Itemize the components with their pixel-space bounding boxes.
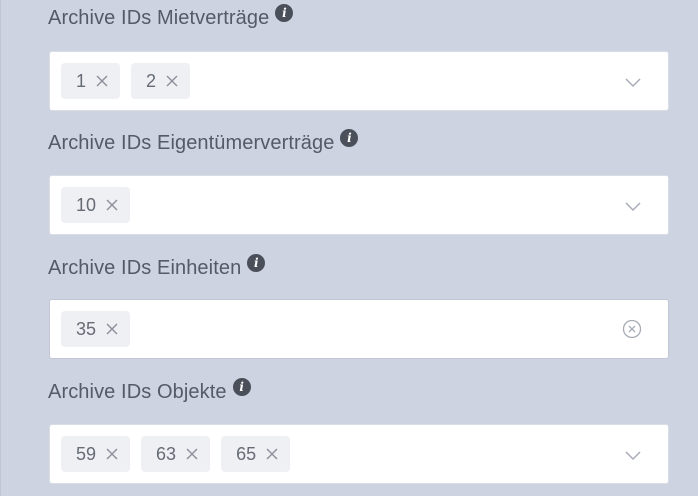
selected-tags: 1 2 xyxy=(61,63,201,99)
tag-label: 10 xyxy=(76,194,97,215)
field-label: Archive IDs Objekte xyxy=(48,380,227,403)
tag-label: 35 xyxy=(76,318,97,339)
tag-label: 2 xyxy=(146,70,157,91)
field-archive-ids-einheiten: Archive IDs Einheiten i 35 xyxy=(48,254,669,359)
chevron-down-icon[interactable] xyxy=(624,73,642,91)
field-archive-ids-eigentuemervertraege: Archive IDs Eigentümerverträge i 10 xyxy=(48,129,669,235)
field-archive-ids-mietvertraege: Archive IDs Mietverträge i 1 2 xyxy=(48,4,669,111)
tag: 59 xyxy=(61,436,131,472)
chevron-down-icon[interactable] xyxy=(624,197,642,215)
info-icon[interactable]: i xyxy=(232,378,251,396)
selected-tags: 10 xyxy=(61,187,141,223)
selected-tags: 35 xyxy=(61,311,141,347)
tag: 2 xyxy=(131,63,191,99)
info-icon[interactable]: i xyxy=(275,4,294,22)
tag: 1 xyxy=(61,63,121,99)
selected-tags: 59 63 65 xyxy=(61,436,301,472)
tag-label: 1 xyxy=(76,70,87,91)
tag-label: 63 xyxy=(156,443,177,464)
field-label-row: Archive IDs Mietverträge i xyxy=(48,4,669,30)
field-label: Archive IDs Eigentümerverträge xyxy=(48,131,335,154)
field-label: Archive IDs Mietverträge xyxy=(48,6,270,29)
info-icon[interactable]: i xyxy=(340,129,359,147)
close-icon[interactable] xyxy=(166,75,178,87)
multi-select-objekte[interactable]: 59 63 65 xyxy=(49,424,669,484)
close-icon[interactable] xyxy=(186,448,198,460)
tag: 10 xyxy=(61,187,131,223)
field-label-row: Archive IDs Eigentümerverträge i xyxy=(48,129,669,155)
close-icon[interactable] xyxy=(106,199,118,211)
chevron-down-icon[interactable] xyxy=(624,446,642,464)
close-icon[interactable] xyxy=(106,448,118,460)
multi-select-eigentuemervertraege[interactable]: 10 xyxy=(49,175,669,235)
multi-select-mietvertraege[interactable]: 1 2 xyxy=(49,51,669,111)
field-label: Archive IDs Einheiten xyxy=(48,256,242,279)
close-icon[interactable] xyxy=(96,75,108,87)
info-icon[interactable]: i xyxy=(247,254,266,272)
field-archive-ids-objekte: Archive IDs Objekte i 59 63 65 xyxy=(48,378,669,484)
field-label-row: Archive IDs Objekte i xyxy=(48,378,669,404)
clear-circle-icon[interactable] xyxy=(622,319,642,339)
tag: 65 xyxy=(221,436,291,472)
multi-select-einheiten[interactable]: 35 xyxy=(49,299,669,359)
field-label-row: Archive IDs Einheiten i xyxy=(48,254,669,280)
form-panel: Archive IDs Mietverträge i 1 2 Archive I… xyxy=(0,0,698,496)
tag: 35 xyxy=(61,311,131,347)
tag-label: 65 xyxy=(236,443,257,464)
close-icon[interactable] xyxy=(106,323,118,335)
tag-label: 59 xyxy=(76,443,97,464)
close-icon[interactable] xyxy=(266,448,278,460)
tag: 63 xyxy=(141,436,211,472)
